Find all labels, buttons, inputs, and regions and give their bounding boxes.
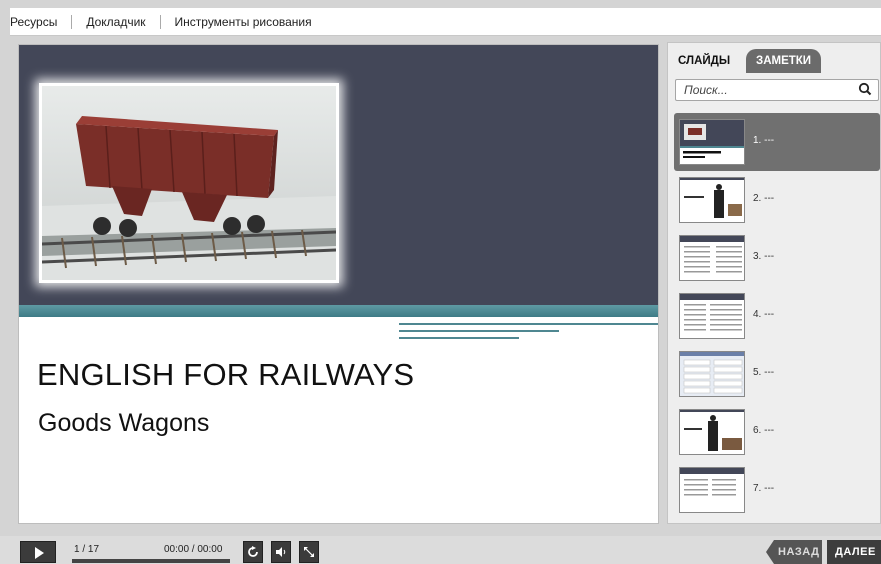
thumbnail-image [679,119,745,165]
play-button[interactable] [20,541,56,563]
slides-panel: СЛАЙДЫ ЗАМЕТКИ Поиск... 1. --- 2. --- 3.… [667,42,881,524]
slide-thumb-2[interactable]: 2. --- [674,171,880,229]
player-controls: 1 / 17 00:00 / 00:00 НАЗАД ДАЛЕЕ [0,536,881,564]
wagon-image [42,86,336,280]
slide-divider-bar [19,305,658,317]
replay-icon [248,546,258,557]
slide-thumb-label: 6. --- [753,425,775,436]
thumbnail-image [679,351,745,397]
slide-thumb-label: 7. --- [753,483,775,494]
search-icon[interactable] [858,82,872,96]
slide-thumb-4[interactable]: 4. --- [674,287,880,345]
thumbnail-image [679,409,745,455]
slide-thumb-label: 5. --- [753,367,775,378]
slide-thumbnail-list: 1. --- 2. --- 3. --- 4. --- 5. --- 6. --… [674,113,880,519]
decor-stripe [399,330,559,332]
slide-thumb-label: 1. --- [753,135,775,146]
slide-thumb-label: 4. --- [753,309,775,320]
menu-resources[interactable]: Ресурсы [10,15,71,29]
slide-thumb-7[interactable]: 7. --- [674,461,880,519]
tab-notes[interactable]: ЗАМЕТКИ [746,49,822,73]
slide-thumb-6[interactable]: 6. --- [674,403,880,461]
fullscreen-button[interactable] [299,541,319,563]
slide-thumb-3[interactable]: 3. --- [674,229,880,287]
slide-title: ENGLISH FOR RAILWAYS [37,357,415,392]
progress-bar[interactable] [72,559,230,563]
slide-counter: 1 / 17 [74,544,100,555]
menu-drawing-tools[interactable]: Инструменты рисования [161,15,326,29]
fullscreen-icon [304,547,314,557]
volume-icon [276,547,286,557]
slide-canvas: ENGLISH FOR RAILWAYS Goods Wagons [18,44,659,524]
volume-button[interactable] [271,541,291,563]
decor-stripe [399,323,658,325]
search-placeholder: Поиск... [684,83,728,97]
menu-presenter[interactable]: Докладчик [72,15,159,29]
tab-slides[interactable]: СЛАЙДЫ [668,49,741,73]
replay-button[interactable] [243,541,263,563]
prev-button[interactable]: НАЗАД [766,540,822,564]
thumbnail-image [679,293,745,339]
slide-thumb-label: 2. --- [753,193,775,204]
decor-stripe [399,337,519,339]
wagon-photo [39,83,339,283]
next-button[interactable]: ДАЛЕЕ [827,540,881,564]
slide-thumb-5[interactable]: 5. --- [674,345,880,403]
search-input[interactable]: Поиск... [675,79,879,101]
slide-thumb-label: 3. --- [753,251,775,262]
thumbnail-image [679,467,745,513]
thumbnail-image [679,177,745,223]
slide-subtitle: Goods Wagons [38,409,210,437]
time-display: 00:00 / 00:00 [164,544,223,555]
top-menu: Ресурсы Докладчик Инструменты рисования [10,8,881,36]
slide-thumb-1[interactable]: 1. --- [674,113,880,171]
thumbnail-image [679,235,745,281]
